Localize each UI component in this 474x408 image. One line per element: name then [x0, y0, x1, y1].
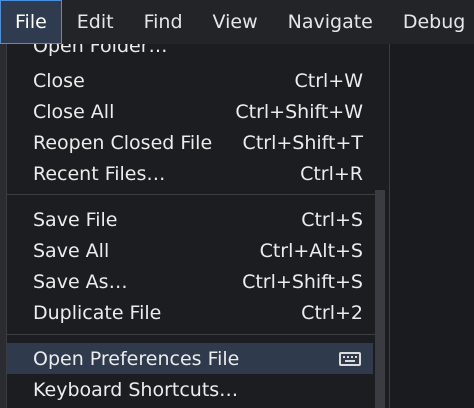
menu-item-shortcut: Ctrl+Shift+W — [235, 100, 363, 123]
menu-item-close[interactable]: Close Ctrl+W — [7, 65, 373, 96]
menu-item-label: Open Folder… — [33, 44, 168, 57]
menu-separator — [7, 194, 377, 195]
menu-debug[interactable]: Debug — [388, 0, 474, 44]
menu-item-shortcut: Ctrl+Alt+S — [259, 239, 363, 262]
menu-item-close-all[interactable]: Close All Ctrl+Shift+W — [7, 96, 373, 127]
menu-navigate[interactable]: Navigate — [273, 0, 388, 44]
menu-item-label: Duplicate File — [33, 301, 162, 324]
menu-item-save-file[interactable]: Save File Ctrl+S — [7, 204, 373, 235]
menu-item-label: Recent Files… — [33, 162, 166, 185]
menu-item-shortcut: Ctrl+Shift+T — [242, 131, 363, 154]
menu-item-label: Reopen Closed File — [33, 131, 213, 154]
menu-file[interactable]: File — [0, 0, 62, 44]
menu-scrollbar[interactable] — [375, 190, 385, 408]
menu-item-label: Close — [33, 69, 85, 92]
menu-item-shortcut: Ctrl+Shift+S — [242, 270, 363, 293]
menu-bar: File Edit Find View Navigate Debug — [0, 0, 474, 44]
menu-item-label: Save File — [33, 208, 118, 231]
menu-item-label: Close All — [33, 100, 115, 123]
menu-item-reopen-closed-file[interactable]: Reopen Closed File Ctrl+Shift+T — [7, 127, 373, 158]
menu-item-shortcut: Ctrl+2 — [301, 301, 363, 324]
menu-item-save-as[interactable]: Save As… Ctrl+Shift+S — [7, 266, 373, 297]
menu-edit[interactable]: Edit — [62, 0, 129, 44]
menu-item-shortcut: Ctrl+W — [294, 69, 363, 92]
menu-item-save-all[interactable]: Save All Ctrl+Alt+S — [7, 235, 373, 266]
menu-find[interactable]: Find — [129, 0, 198, 44]
menu-view[interactable]: View — [198, 0, 273, 44]
menu-item-keyboard-shortcuts[interactable]: Keyboard Shortcuts… — [7, 374, 373, 405]
menu-separator — [7, 334, 377, 335]
menu-item-shortcut: Ctrl+S — [301, 208, 363, 231]
menu-item-label: Keyboard Shortcuts… — [33, 378, 239, 401]
menu-item-open-folder[interactable]: Open Folder… — [7, 44, 373, 61]
menu-item-recent-files[interactable]: Recent Files… Ctrl+R — [7, 158, 373, 189]
file-menu-dropdown: Open Folder… Close Ctrl+W Close All Ctrl… — [6, 44, 390, 408]
app-window: File Edit Find View Navigate Debug Open … — [0, 0, 474, 408]
menu-item-duplicate-file[interactable]: Duplicate File Ctrl+2 — [7, 297, 373, 328]
menu-item-label: Save All — [33, 239, 110, 262]
editor-background — [390, 44, 474, 408]
menu-item-open-preferences-file[interactable]: Open Preferences File — [7, 343, 373, 374]
menu-item-shortcut: Ctrl+R — [300, 162, 363, 185]
menu-item-label: Save As… — [33, 270, 128, 293]
keyboard-icon — [339, 351, 361, 366]
menu-item-label: Open Preferences File — [33, 347, 240, 370]
